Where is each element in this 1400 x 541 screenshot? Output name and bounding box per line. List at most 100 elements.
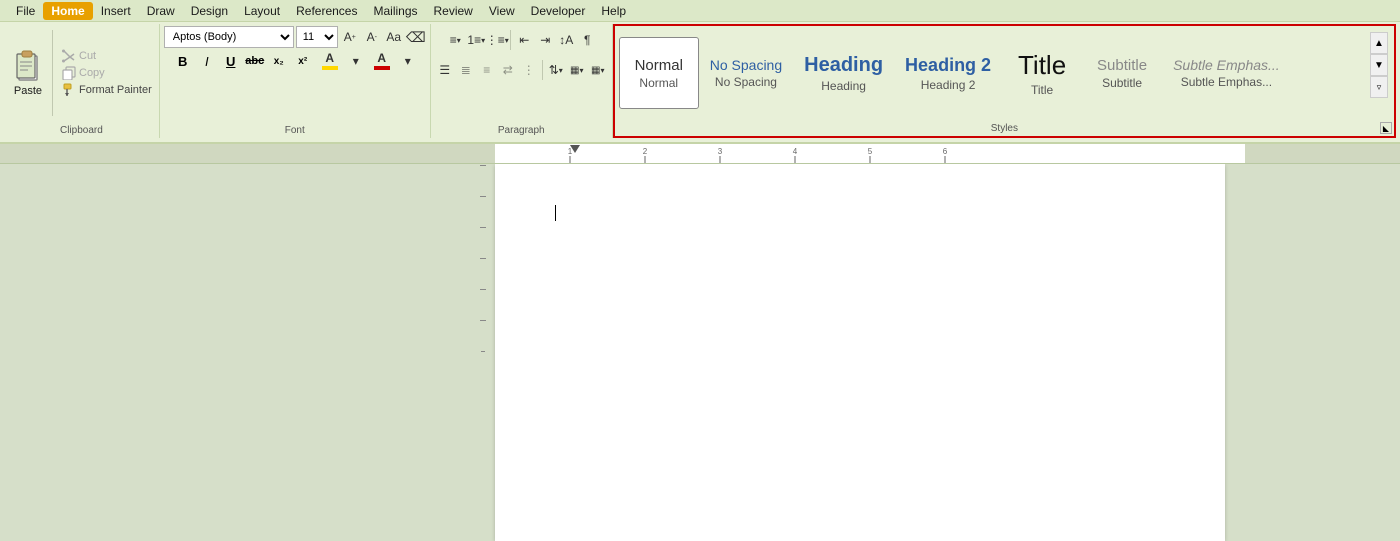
doc-margin-right xyxy=(1225,164,1400,541)
increase-indent-btn[interactable]: ⇥ xyxy=(535,30,555,50)
styles-expand[interactable]: ▿ xyxy=(1370,76,1388,98)
decrease-font-btn[interactable]: A- xyxy=(362,27,382,47)
menu-help[interactable]: Help xyxy=(593,2,634,20)
side-tick-main xyxy=(481,351,485,352)
styles-expand-btn[interactable]: ◣ xyxy=(1380,122,1392,134)
menu-draw[interactable]: Draw xyxy=(139,2,183,20)
bullets-btn[interactable]: ≡▾ xyxy=(445,30,465,50)
copy-label: Copy xyxy=(79,67,105,79)
style-title-display: Title xyxy=(1018,50,1066,81)
paragraph-group: ≡▾ 1≡▾ ⋮≡▾ ⇤ ⇥ ↕A ¶ ☰ ≣ ≡ ⇄ ⋮ ⇅▾ ▦▾ ▦▾ xyxy=(431,24,613,138)
clipboard-group-label: Clipboard xyxy=(4,123,159,136)
style-normal-label: Normal xyxy=(639,76,678,90)
paste-button[interactable]: Paste xyxy=(8,47,48,99)
numbering-btn[interactable]: 1≡▾ xyxy=(466,30,486,50)
ribbon: Paste Cut Copy Format Painter Clipboard xyxy=(0,22,1400,144)
superscript-button[interactable]: x² xyxy=(292,50,314,72)
strikethrough-button[interactable]: abc xyxy=(244,50,266,72)
format-painter-button[interactable]: Format Painter xyxy=(59,82,155,98)
font-row1: Aptos (Body) 11 A+ A- Aa ⌫ xyxy=(164,26,426,48)
styles-scroll-area: ▲ ▼ ▿ xyxy=(1368,28,1390,118)
styles-content: Normal Normal No Spacing No Spacing Head… xyxy=(619,28,1390,134)
style-title[interactable]: Title Title xyxy=(1002,37,1082,109)
font-highlight-btn[interactable]: A xyxy=(316,50,344,72)
align-right-btn[interactable]: ≡ xyxy=(477,60,497,80)
menu-file[interactable]: File xyxy=(8,2,43,20)
menu-home[interactable]: Home xyxy=(43,2,92,20)
menu-design[interactable]: Design xyxy=(183,2,236,20)
menu-review[interactable]: Review xyxy=(426,2,481,20)
paragraph-group-label: Paragraph xyxy=(431,123,612,136)
ruler-ticks: 1 2 3 4 5 6 xyxy=(495,144,1245,164)
menu-references[interactable]: References xyxy=(288,2,365,20)
italic-button[interactable]: I xyxy=(196,50,218,72)
menu-insert[interactable]: Insert xyxy=(93,2,139,20)
styles-group-label: Styles xyxy=(615,121,1394,134)
font-color-btn[interactable]: A xyxy=(368,50,396,72)
style-no-spacing-display: No Spacing xyxy=(710,57,782,73)
cut-label: Cut xyxy=(79,50,96,62)
borders-btn[interactable]: ▦▾ xyxy=(588,60,608,80)
style-normal[interactable]: Normal Normal xyxy=(619,37,699,109)
font-content: Aptos (Body) 11 A+ A- Aa ⌫ B I U abc x₂ … xyxy=(164,26,426,136)
line-spacing-btn[interactable]: ⇅▾ xyxy=(546,60,566,80)
menu-mailings[interactable]: Mailings xyxy=(365,2,425,20)
style-title-label: Title xyxy=(1031,83,1053,97)
ruler-indent-marker[interactable] xyxy=(570,145,580,153)
style-subtle-display: Subtle Emphas... xyxy=(1173,57,1280,73)
style-subtle-emph[interactable]: Subtle Emphas... Subtle Emphas... xyxy=(1162,37,1291,109)
style-subtle-label: Subtle Emphas... xyxy=(1181,75,1272,89)
document-page[interactable] xyxy=(495,164,1225,541)
ruler-inner: 1 2 3 4 5 6 xyxy=(495,144,1245,163)
paste-label: Paste xyxy=(14,85,42,97)
font-highlight-dropdown[interactable]: ▾ xyxy=(346,51,366,71)
style-no-spacing[interactable]: No Spacing No Spacing xyxy=(699,37,793,109)
cut-icon xyxy=(62,49,76,63)
styles-scroll-down[interactable]: ▼ xyxy=(1370,54,1388,76)
para-row1: ≡▾ 1≡▾ ⋮≡▾ ⇤ ⇥ ↕A ¶ xyxy=(445,26,597,54)
justify-btn[interactable]: ⇄ xyxy=(498,60,518,80)
styles-scroll-up[interactable]: ▲ xyxy=(1370,32,1388,54)
ruler: 1 2 3 4 5 6 xyxy=(0,144,1400,164)
clear-format-btn[interactable]: ⌫ xyxy=(406,27,426,47)
show-hide-btn[interactable]: ¶ xyxy=(577,30,597,50)
ruler-gray-right xyxy=(1245,144,1400,163)
svg-text:2: 2 xyxy=(643,147,648,156)
clipboard-divider xyxy=(52,30,53,116)
decrease-indent-btn[interactable]: ⇤ xyxy=(514,30,534,50)
style-heading2-label: Heading 2 xyxy=(921,78,976,92)
increase-font-btn[interactable]: A+ xyxy=(340,27,360,47)
change-case-btn[interactable]: Aa xyxy=(384,27,404,47)
style-subtitle[interactable]: Subtitle Subtitle xyxy=(1082,37,1162,109)
format-painter-label: Format Painter xyxy=(79,84,152,96)
sort-btn[interactable]: ↕A xyxy=(556,30,576,50)
styles-group: Normal Normal No Spacing No Spacing Head… xyxy=(613,24,1396,138)
side-tick-6 xyxy=(480,320,486,321)
font-color-dropdown[interactable]: ▾ xyxy=(398,51,418,71)
document-area xyxy=(0,164,1400,541)
bold-button[interactable]: B xyxy=(172,50,194,72)
underline-button[interactable]: U xyxy=(220,50,242,72)
columns-btn[interactable]: ⋮ xyxy=(519,60,539,80)
shading-btn[interactable]: ▦▾ xyxy=(567,60,587,80)
clipboard-sub: Cut Copy Format Painter xyxy=(59,48,155,98)
menu-view[interactable]: View xyxy=(481,2,523,20)
menu-layout[interactable]: Layout xyxy=(236,2,288,20)
style-subtitle-display: Subtitle xyxy=(1097,57,1147,74)
svg-text:3: 3 xyxy=(718,147,723,156)
cut-button[interactable]: Cut xyxy=(59,48,155,64)
font-size-select[interactable]: 11 xyxy=(296,26,338,48)
align-center-btn[interactable]: ≣ xyxy=(456,60,476,80)
menu-bar: File Home Insert Draw Design Layout Refe… xyxy=(0,0,1400,22)
multilevel-btn[interactable]: ⋮≡▾ xyxy=(487,30,507,50)
menu-developer[interactable]: Developer xyxy=(523,2,594,20)
clipboard-content: Paste Cut Copy Format Painter xyxy=(8,26,155,136)
subscript-button[interactable]: x₂ xyxy=(268,50,290,72)
ruler-gray-left xyxy=(0,144,495,163)
copy-button[interactable]: Copy xyxy=(59,65,155,81)
font-family-select[interactable]: Aptos (Body) xyxy=(164,26,294,48)
align-left-btn[interactable]: ☰ xyxy=(435,60,455,80)
style-heading1[interactable]: Heading Heading xyxy=(793,37,894,109)
style-heading2[interactable]: Heading 2 Heading 2 xyxy=(894,37,1002,109)
paste-icon xyxy=(12,49,44,85)
